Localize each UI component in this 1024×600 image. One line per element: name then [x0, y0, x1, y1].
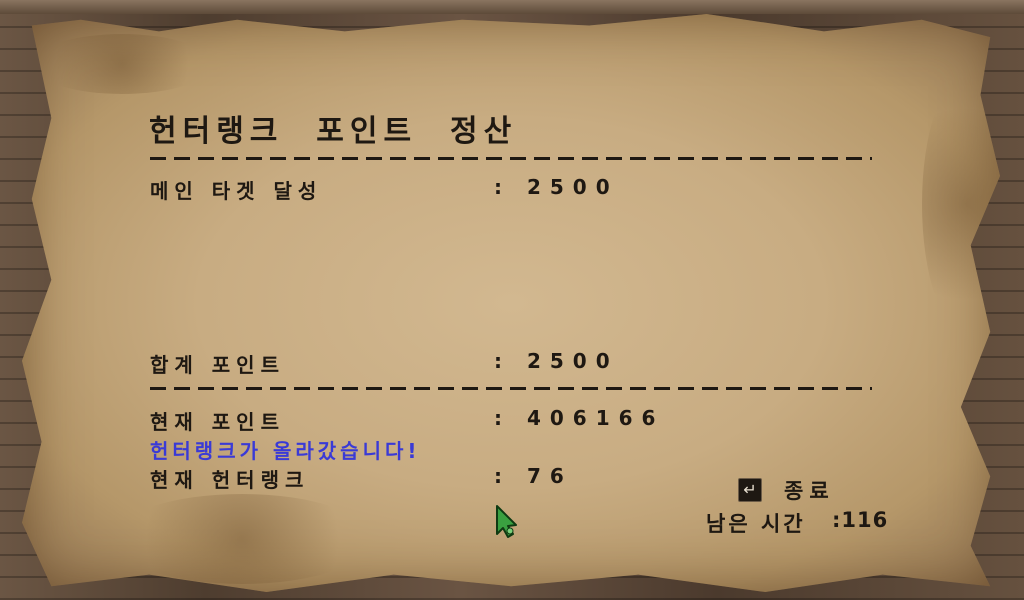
divider-dashed — [150, 157, 872, 160]
total-points-value: : 2500 — [494, 349, 619, 373]
page-title: 헌터랭크 포인트 정산 — [149, 114, 518, 149]
current-points-value: : 406166 — [494, 406, 665, 430]
rank-up-message: 헌터랭크가 올라갔습니다! — [150, 439, 421, 463]
current-rank-value: : 76 — [494, 464, 573, 488]
remaining-time-label: 남은 시간 — [706, 512, 806, 536]
enter-key-icon[interactable]: ↵ — [738, 478, 762, 502]
main-target-label: 메인 타겟 달성 — [150, 179, 323, 203]
parchment-stain — [112, 494, 372, 584]
exit-button[interactable]: 종료 — [784, 475, 835, 505]
total-points-label: 합계 포인트 — [150, 353, 285, 377]
divider-dashed — [150, 387, 872, 390]
current-rank-label: 현재 헌터랭크 — [150, 468, 310, 492]
current-points-label: 현재 포인트 — [150, 410, 285, 434]
green-claw-cursor-icon — [496, 505, 517, 538]
main-target-value: : 2500 — [494, 175, 619, 199]
parchment-stain — [32, 34, 212, 94]
wood-plank-top — [0, 0, 1024, 14]
remaining-time-value: :116 — [832, 508, 889, 532]
